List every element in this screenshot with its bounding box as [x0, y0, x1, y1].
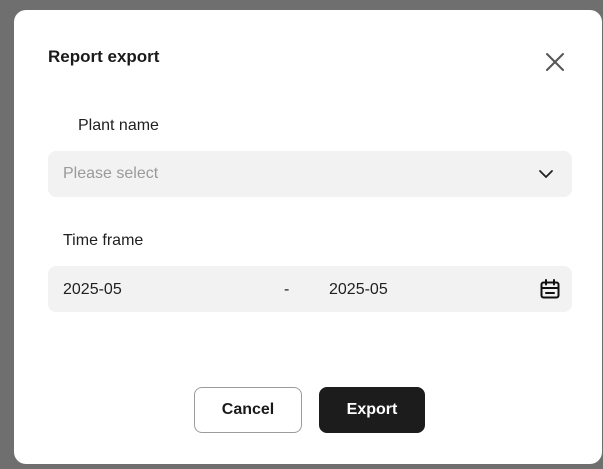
- time-frame-label: Time frame: [63, 232, 144, 249]
- report-export-dialog: Report export Plant name Please select T…: [14, 10, 602, 464]
- close-icon: [540, 46, 570, 76]
- time-frame-range-picker[interactable]: 2025-05 - 2025-05: [48, 266, 572, 312]
- plant-name-label: Plant name: [78, 117, 159, 134]
- close-button[interactable]: [540, 46, 570, 76]
- calendar-icon[interactable]: [539, 278, 561, 300]
- plant-name-placeholder: Please select: [63, 165, 159, 182]
- cancel-button[interactable]: Cancel: [194, 387, 302, 433]
- plant-name-select[interactable]: Please select: [48, 151, 572, 197]
- range-end-input[interactable]: 2025-05: [329, 281, 388, 299]
- range-start-input[interactable]: 2025-05: [63, 281, 122, 299]
- export-button[interactable]: Export: [319, 387, 425, 433]
- chevron-down-icon: [537, 165, 555, 183]
- dialog-title: Report export: [48, 47, 160, 66]
- range-separator: -: [284, 281, 290, 298]
